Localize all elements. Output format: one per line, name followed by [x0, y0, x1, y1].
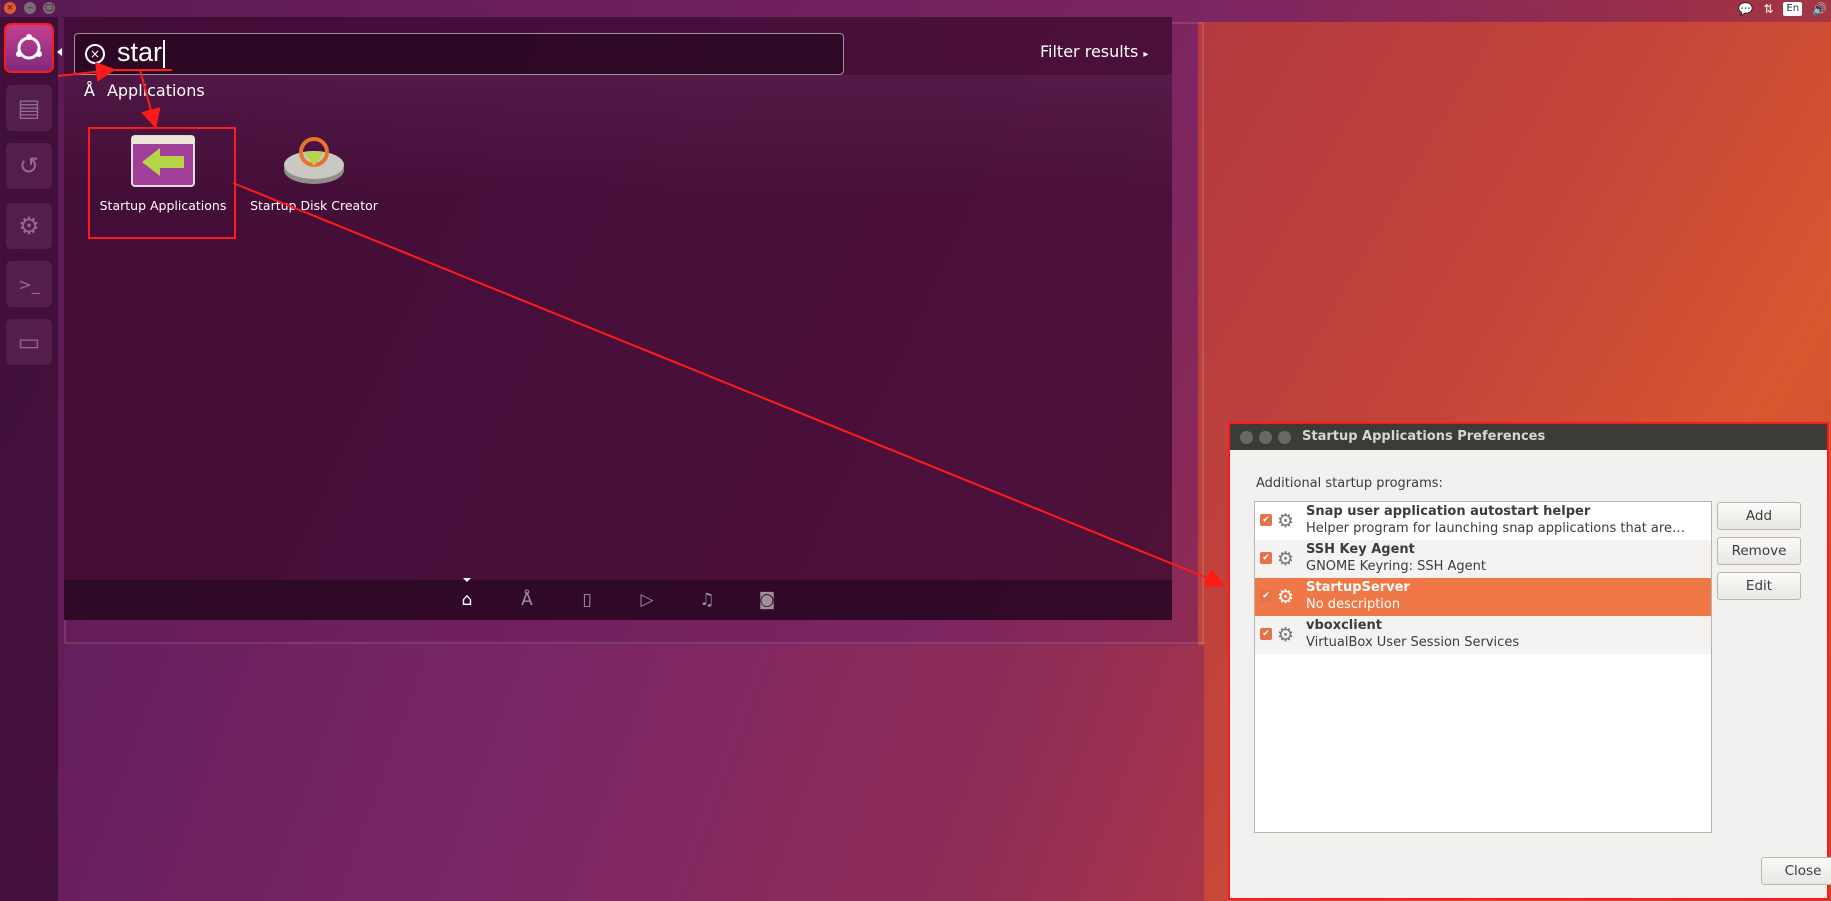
files-scope-icon[interactable]: ▯	[576, 590, 598, 612]
settings-icon[interactable]: ⚙	[6, 203, 52, 249]
dialog-maximize-icon[interactable]	[1278, 431, 1291, 444]
gears-icon: ⚙	[1277, 624, 1295, 646]
chevron-right-icon: ▸	[1143, 49, 1149, 60]
list-item[interactable]: ✔ ⚙ SSH Key Agent GNOME Keyring: SSH Age…	[1255, 540, 1711, 578]
item-description: Helper program for launching snap applic…	[1306, 521, 1685, 536]
list-item[interactable]: ✔ ⚙ vboxclient VirtualBox User Session S…	[1255, 616, 1711, 654]
item-description: No description	[1306, 597, 1401, 612]
app-label: Startup Disk Creator	[250, 198, 378, 213]
maximize-window-button[interactable]: □	[43, 2, 55, 14]
terminal-icon[interactable]: >_	[6, 261, 52, 307]
close-button[interactable]: Close	[1761, 857, 1831, 885]
gears-icon: ⚙	[1277, 586, 1295, 608]
launcher: ▤ ↺ ⚙ >_ ▭	[0, 17, 58, 901]
dialog-minimize-icon[interactable]	[1259, 431, 1272, 444]
keyboard-layout-indicator[interactable]: En	[1783, 1, 1803, 16]
gears-icon: ⚙	[1277, 510, 1295, 532]
backup-icon[interactable]: ↺	[6, 143, 52, 189]
enable-checkbox[interactable]: ✔	[1260, 514, 1272, 526]
clear-search-icon[interactable]: ×	[85, 44, 105, 64]
item-description: VirtualBox User Session Services	[1306, 635, 1520, 650]
minimize-window-button[interactable]: –	[24, 2, 36, 14]
system-tray: 💬 ⇅ En 🔊	[1738, 0, 1831, 17]
video-scope-icon[interactable]: ▷	[636, 590, 658, 612]
annotation-box-startup-app	[88, 127, 236, 239]
dialog-close-icon[interactable]	[1240, 431, 1253, 444]
applications-section-heading: Å Applications	[84, 81, 205, 100]
desktop-wallpaper-bottom	[64, 645, 1204, 901]
item-description: GNOME Keyring: SSH Agent	[1306, 559, 1487, 574]
remove-button[interactable]: Remove	[1717, 537, 1801, 565]
applications-scope-icon[interactable]: Å	[516, 590, 538, 612]
search-field[interactable]: × star	[74, 33, 844, 75]
startup-applications-icon[interactable]: ▭	[6, 319, 52, 365]
list-item[interactable]: ✔ ⚙ StartupServer No description	[1255, 578, 1711, 616]
window-frame-bottom	[64, 620, 1204, 644]
messaging-icon[interactable]: 💬	[1738, 2, 1753, 16]
dialog-title: Startup Applications Preferences	[1302, 429, 1546, 444]
dialog-titlebar: Startup Applications Preferences	[1230, 424, 1827, 450]
edit-button[interactable]: Edit	[1717, 572, 1801, 600]
search-input[interactable]: star	[117, 37, 166, 68]
close-window-button[interactable]: ×	[4, 2, 16, 14]
home-scope-icon[interactable]: ⌂	[456, 590, 478, 612]
disk-creator-icon	[279, 132, 349, 190]
startup-programs-label: Additional startup programs:	[1256, 476, 1443, 491]
add-button[interactable]: Add	[1717, 502, 1801, 530]
launcher-active-arrow	[57, 48, 62, 56]
text-caret	[163, 39, 166, 68]
music-scope-icon[interactable]: ♫	[696, 590, 718, 612]
section-title: Applications	[106, 81, 205, 100]
startup-applications-dialog: Startup Applications Preferences Additio…	[1228, 422, 1831, 900]
scope-bar	[64, 580, 1172, 620]
item-name: Snap user application autostart helper	[1306, 504, 1591, 519]
item-name: vboxclient	[1306, 618, 1383, 633]
active-scope-marker	[463, 578, 471, 582]
app-startup-disk-creator[interactable]: Startup Disk Creator	[239, 132, 389, 213]
applications-lens-icon: Å	[84, 81, 95, 100]
volume-icon[interactable]: 🔊	[1812, 2, 1827, 16]
network-icon[interactable]: ⇅	[1763, 2, 1773, 16]
filter-results-button[interactable]: Filter results ▸	[1040, 42, 1148, 61]
enable-checkbox[interactable]: ✔	[1260, 552, 1272, 564]
enable-checkbox[interactable]: ✔	[1260, 590, 1272, 602]
enable-checkbox[interactable]: ✔	[1260, 628, 1272, 640]
item-name: SSH Key Agent	[1306, 542, 1415, 557]
item-name: StartupServer	[1306, 580, 1410, 595]
photos-scope-icon[interactable]: ◙	[756, 590, 778, 612]
list-item[interactable]: ✔ ⚙ Snap user application autostart help…	[1255, 502, 1711, 540]
files-icon[interactable]: ▤	[6, 85, 52, 131]
startup-programs-list[interactable]: ✔ ⚙ Snap user application autostart help…	[1254, 501, 1712, 833]
gears-icon: ⚙	[1277, 548, 1295, 570]
top-panel: × – □ 💬 ⇅ En 🔊	[0, 0, 1831, 17]
window-frame-right	[1172, 22, 1204, 644]
ubuntu-home-icon[interactable]	[4, 23, 54, 73]
